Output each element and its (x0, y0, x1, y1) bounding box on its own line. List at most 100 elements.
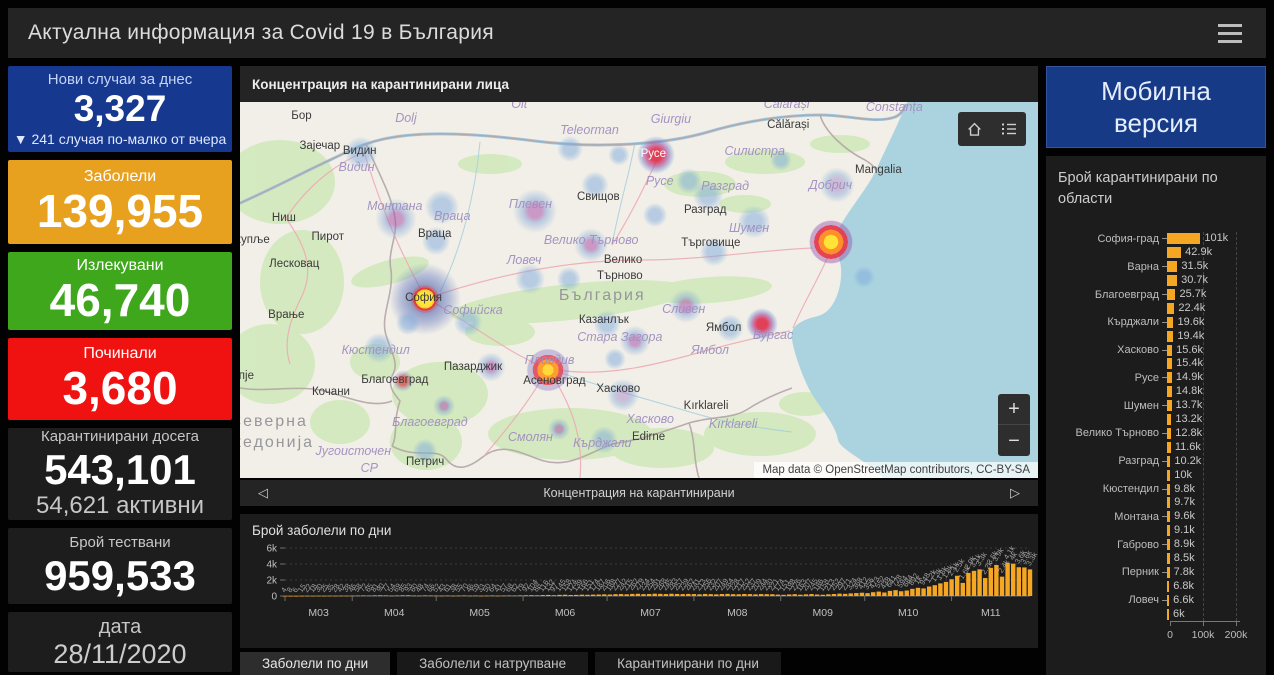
region-bar (1167, 302, 1175, 314)
region-bar (1167, 539, 1170, 551)
region-value: 19.6k (1177, 315, 1205, 328)
region-bar (1167, 497, 1171, 509)
axis-tick-label: 200k (1224, 628, 1248, 641)
region-value: 14.8k (1175, 385, 1203, 398)
region-row: 15.4k (1058, 357, 1258, 371)
region-label: Габрово (1117, 538, 1159, 551)
region-bar-zone: 25.7k (1167, 288, 1258, 301)
region-bar-zone: 19.6k (1167, 315, 1258, 328)
region-value: 25.7k (1179, 288, 1207, 301)
stat-value: 543,101 (44, 445, 196, 493)
region-row: Русе 14.9k (1058, 371, 1258, 385)
region-value: 8.5k (1173, 551, 1195, 564)
region-value: 11.6k (1174, 440, 1201, 453)
region-bar (1167, 469, 1171, 481)
region-bar (1167, 525, 1170, 537)
carousel-label: Концентрация на карантинирани (543, 486, 735, 500)
region-label: Монтана (1114, 510, 1159, 523)
region-label: Хасково (1117, 344, 1159, 357)
region-bar-zone: 8.9k (1167, 538, 1258, 551)
region-row: Хасково 15.6k (1058, 343, 1258, 357)
stat-value: 3,327 (73, 88, 167, 130)
region-row: Габрово 8.9k (1058, 538, 1258, 552)
map-carousel: ◁ Концентрация на карантинирани ▷ (240, 480, 1038, 506)
region-value: 19.4k (1177, 329, 1205, 342)
region-row: 19.4k (1058, 329, 1258, 343)
svg-text:4k: 4k (266, 560, 278, 571)
region-row: 11.6k (1058, 440, 1258, 454)
region-label: Велико Търново (1075, 427, 1159, 440)
stat-title: Излекувани (76, 257, 164, 275)
stats-column: Нови случаи за днес 3,327 ▼ 241 случая по-… (8, 66, 232, 672)
stat-value: 959,533 (44, 551, 196, 599)
legend-icon[interactable] (998, 119, 1020, 139)
stat-title: Починали (83, 345, 157, 363)
region-bar (1167, 414, 1172, 426)
axis-tick (1203, 621, 1204, 626)
region-row: Шумен 13.7k (1058, 399, 1258, 413)
stat-value: 139,955 (36, 185, 204, 238)
region-value: 6.8k (1173, 579, 1195, 592)
stat-card-recovered: Излекувани 46,740 (8, 252, 232, 330)
stat-title: Нови случаи за днес (47, 70, 193, 88)
region-bar-zone: 8.5k (1167, 551, 1258, 564)
stat-title: Заболели (83, 168, 157, 186)
region-bar-zone: 6k (1167, 608, 1258, 620)
svg-text:2k: 2k (266, 576, 278, 587)
region-bar-zone: 14.8k (1167, 385, 1258, 398)
axis-tick-label: 100k (1191, 628, 1215, 641)
region-row: Разград 10.2k (1058, 454, 1258, 468)
stat-subtitle: 54,621 активни (36, 492, 204, 520)
region-value: 12.8k (1175, 426, 1203, 439)
tab-2[interactable]: Заболели с натрупване (397, 652, 589, 675)
region-value: 13.2k (1175, 413, 1203, 426)
region-bar (1167, 344, 1173, 356)
hamburger-menu-icon[interactable] (1214, 20, 1246, 47)
region-bar-zone: 13.7k (1167, 400, 1258, 412)
map-canvas[interactable]: Olt Dolj Teleorman Giurgiu Călărași Călărași C… (240, 102, 1038, 478)
region-bar-zone: 11.6k (1167, 440, 1258, 453)
region-bar-zone: 6.8k (1167, 579, 1258, 592)
region-row: Кюстендил 9.8k (1058, 482, 1258, 496)
region-bar (1167, 441, 1171, 453)
stat-card-date: дата 28/11/2020 (8, 612, 232, 672)
carousel-prev-icon[interactable]: ◁ (254, 485, 272, 501)
zoom-in-button[interactable]: + (998, 394, 1030, 425)
svg-text:M08: M08 (727, 607, 748, 619)
stat-value: 46,740 (49, 274, 191, 327)
region-bar-chart: София-град 101k 42.9k Варна 31.5k 30.7k Благое… (1058, 232, 1258, 621)
stat-card-deaths: Починали 3,680 (8, 338, 232, 420)
svg-text:M11: M11 (981, 607, 1001, 619)
tab-3[interactable]: Карантинирани по дни (595, 652, 781, 675)
region-bar-zone: 22.4k (1167, 302, 1258, 314)
region-row: Кърджали 19.6k (1058, 315, 1258, 329)
tab-1[interactable]: Заболели по дни (240, 652, 391, 675)
svg-text:M06: M06 (555, 607, 576, 619)
region-bar-zone: 14.9k (1167, 372, 1258, 384)
stat-subtitle: ▼ 241 случая по-малко от вчера (13, 131, 227, 148)
region-row: 30.7k (1058, 274, 1258, 288)
zoom-out-button[interactable]: − (998, 425, 1030, 456)
region-row: 13.2k (1058, 413, 1258, 427)
region-row: Перник 7.8k (1058, 565, 1258, 579)
region-bar (1167, 330, 1174, 342)
region-bar-zone: 7.8k (1167, 566, 1258, 578)
region-row: 22.4k (1058, 301, 1258, 315)
region-bar (1167, 275, 1178, 287)
region-bar (1167, 400, 1172, 412)
home-icon[interactable] (964, 119, 985, 140)
svg-text:M05: M05 (469, 607, 490, 619)
region-label: Русе (1134, 371, 1159, 384)
region-bar (1167, 427, 1172, 439)
region-value: 6.6k (1173, 593, 1194, 606)
axis-tick (1236, 621, 1237, 626)
map-panel-title: Концентрация на карантинирани лица (240, 66, 1038, 102)
mobile-version-button[interactable]: Мобилна версия (1046, 66, 1266, 148)
region-row: Ловеч 6.6k (1058, 593, 1258, 607)
axis-tick-label: 0 (1167, 628, 1173, 641)
region-value: 8.9k (1173, 538, 1195, 551)
region-bar (1167, 566, 1170, 578)
carousel-next-icon[interactable]: ▷ (1006, 485, 1024, 501)
region-row: 6.8k (1058, 579, 1258, 593)
region-value: 9.8k (1174, 482, 1196, 495)
